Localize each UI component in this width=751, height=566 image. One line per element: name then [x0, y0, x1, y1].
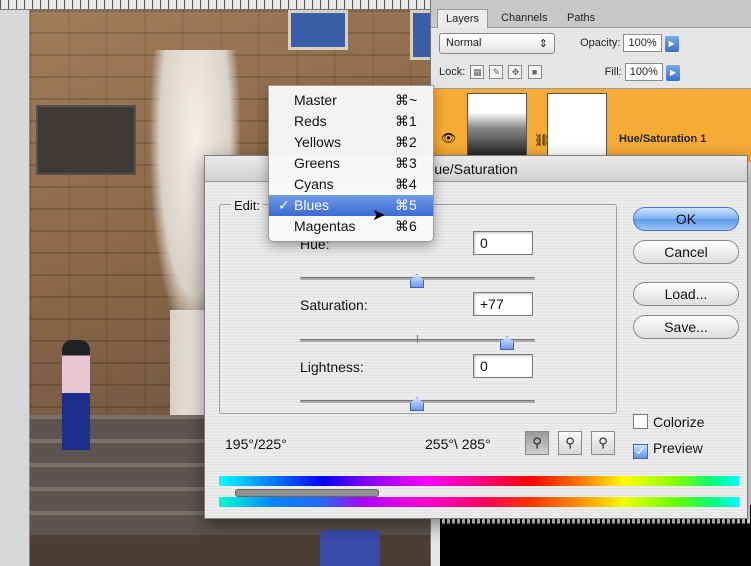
menu-item-label: Blues — [294, 197, 330, 213]
lock-all-icon[interactable]: ■ — [527, 65, 542, 79]
ok-button[interactable]: OK — [633, 207, 739, 231]
preview-label: Preview — [653, 440, 703, 456]
lock-label: Lock: — [439, 66, 466, 78]
menu-item-label: Greens — [294, 155, 340, 171]
lock-position-icon[interactable]: ✥ — [508, 65, 523, 79]
colorize-box[interactable] — [633, 414, 648, 429]
eyedropper-plus-icon[interactable]: ⚲ — [558, 431, 582, 455]
blend-mode-select[interactable]: Normal ⇕ — [439, 33, 555, 54]
wall-plaque — [36, 105, 136, 175]
opacity-label: Opacity: — [580, 37, 621, 49]
tab-channels[interactable]: Channels — [493, 9, 555, 28]
color-range-bar[interactable] — [235, 489, 379, 497]
load-button[interactable]: Load... — [633, 282, 739, 306]
palazzo-window-right — [410, 10, 430, 60]
menu-item-label: Master — [294, 92, 337, 108]
preview-box[interactable]: ✓ — [633, 444, 648, 459]
top-ruler — [0, 0, 430, 10]
menu-item-shortcut: ⌘5 — [395, 197, 417, 213]
lock-row: Lock: ▦ ✎ ✥ ■ Fill: 100% ▶ — [439, 63, 680, 81]
menu-item-shortcut: ⌘4 — [395, 176, 417, 192]
menu-item-shortcut: ⌘6 — [395, 218, 417, 234]
tourist-figure — [62, 340, 90, 450]
saturation-field[interactable]: +77 — [473, 292, 533, 316]
menu-item-cyans[interactable]: Cyans ⌘4 — [269, 174, 433, 195]
menu-item-magentas[interactable]: Magentas ⌘6 — [269, 216, 433, 237]
spectrum-bar-top — [219, 476, 739, 486]
eyedropper-icon[interactable]: ⚲ — [525, 431, 549, 455]
menu-item-label: Magentas — [294, 218, 356, 234]
menu-item-shortcut: ⌘~ — [395, 92, 418, 108]
spectrum-bar-bottom — [219, 497, 739, 507]
saturation-label: Saturation: — [300, 297, 368, 313]
menu-item-master[interactable]: Master ⌘~ — [269, 90, 433, 111]
save-button[interactable]: Save... — [633, 315, 739, 339]
menu-item-shortcut: ⌘3 — [395, 155, 417, 171]
select-arrows-icon: ⇕ — [538, 38, 548, 50]
lightness-field[interactable]: 0 — [473, 354, 533, 378]
panel-tabbar: Layers Channels Paths — [431, 0, 751, 28]
lock-pixels-icon[interactable]: ✎ — [489, 65, 504, 79]
checkmark-icon: ✓ — [278, 197, 290, 213]
menu-item-label: Cyans — [294, 176, 334, 192]
eyedropper-minus-icon[interactable]: ⚲ — [591, 431, 615, 455]
edit-label: Edit: — [231, 198, 264, 213]
tab-layers[interactable]: Layers — [437, 9, 489, 28]
opacity-arrow-icon[interactable]: ▶ — [664, 36, 679, 52]
mouse-pointer-icon: ➤ — [372, 207, 386, 224]
visibility-eye-icon[interactable]: 👁 — [441, 131, 456, 145]
menu-item-greens[interactable]: Greens ⌘3 — [269, 153, 433, 174]
foreground-figure — [320, 530, 380, 566]
menu-item-shortcut: ⌘1 — [395, 113, 417, 129]
lock-transparency-icon[interactable]: ▦ — [470, 65, 485, 79]
lightness-label: Lightness: — [300, 359, 364, 375]
opacity-field[interactable]: 100% — [623, 34, 662, 52]
menu-item-blues[interactable]: ✓ Blues ⌘5 — [269, 195, 433, 216]
left-ruler — [0, 10, 30, 566]
range-left-text: 195°/225° — [225, 436, 287, 452]
menu-item-yellows[interactable]: Yellows ⌘2 — [269, 132, 433, 153]
colorize-checkbox[interactable]: Colorize — [633, 414, 704, 430]
menu-item-label: Yellows — [294, 134, 341, 150]
preview-checkbox[interactable]: ✓ Preview — [633, 440, 703, 459]
edit-channel-menu: Master ⌘~ Reds ⌘1 Yellows ⌘2 Greens ⌘3 Cyans… — [268, 85, 434, 242]
menu-item-shortcut: ⌘2 — [395, 134, 417, 150]
layer-name: Hue/Saturation 1 — [619, 133, 707, 145]
adjustment-thumbnail — [467, 93, 527, 157]
menu-item-reds[interactable]: Reds ⌘1 — [269, 111, 433, 132]
fill-arrow-icon[interactable]: ▶ — [665, 65, 680, 81]
tab-paths[interactable]: Paths — [559, 9, 603, 28]
menu-item-label: Reds — [294, 113, 327, 129]
saturation-center-tick — [417, 335, 418, 343]
layer-row-hue-saturation[interactable]: 👁 ⛓ Hue/Saturation 1 — [431, 88, 751, 162]
cancel-button[interactable]: Cancel — [633, 240, 739, 264]
fill-field[interactable]: 100% — [624, 63, 663, 81]
layer-mask-thumbnail — [547, 93, 607, 157]
hue-field[interactable]: 0 — [473, 231, 533, 255]
palazzo-window — [288, 10, 348, 50]
blend-row: Normal ⇕ Opacity: 100% ▶ — [439, 33, 679, 54]
range-right-text: 255°\ 285° — [425, 436, 491, 452]
colorize-label: Colorize — [653, 414, 705, 430]
blend-mode-value: Normal — [446, 37, 482, 49]
fill-label: Fill: — [604, 66, 622, 78]
